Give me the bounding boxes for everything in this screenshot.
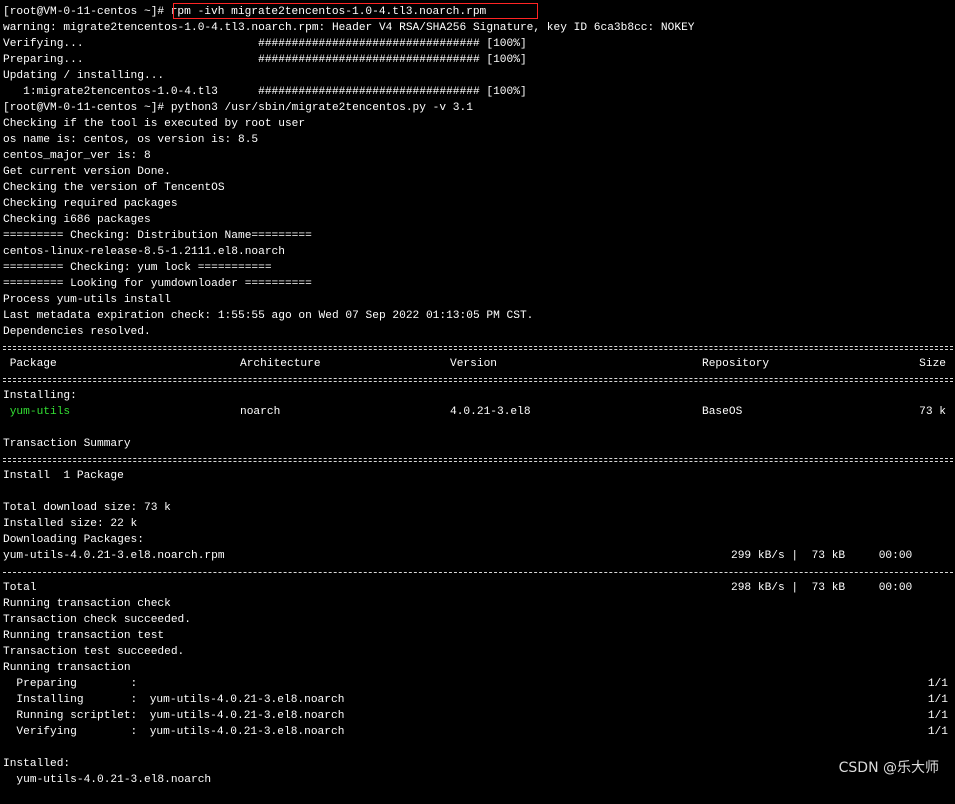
total-label: Total xyxy=(3,582,37,594)
terminal-line: Total download size: 73 k xyxy=(3,502,171,514)
terminal-line: Transaction Summary xyxy=(3,438,131,450)
terminal-line: Checking i686 packages xyxy=(3,214,151,226)
step-count: 1/1 xyxy=(927,678,948,690)
step-count: 1/1 xyxy=(927,710,948,722)
terminal-line: ========= Looking for yumdownloader ====… xyxy=(3,278,312,290)
terminal-line: Last metadata expiration check: 1:55:55 … xyxy=(3,310,534,322)
terminal-line: warning: migrate2tencentos-1.0-4.tl3.noa… xyxy=(3,22,695,34)
terminal-line: Installed size: 22 k xyxy=(3,518,138,530)
total-speed: 298 kB/s | 73 kB 00:00 xyxy=(731,582,913,594)
terminal-line: Dependencies resolved. xyxy=(3,326,151,338)
terminal-line: [root@VM-0-11-centos ~]# python3 /usr/sb… xyxy=(3,102,473,114)
terminal-line: ========= Checking: yum lock =========== xyxy=(3,262,272,274)
package-size: 73 k xyxy=(919,406,946,418)
transaction-step: Running scriptlet: yum-utils-4.0.21-3.el… xyxy=(3,708,953,724)
package-repo: BaseOS xyxy=(702,406,743,418)
transaction-step: Verifying : yum-utils-4.0.21-3.el8.noarc… xyxy=(3,724,953,740)
terminal-line: Running transaction test xyxy=(3,630,165,642)
transaction-step: Preparing : 1/1 xyxy=(3,676,953,692)
package-name: yum-utils xyxy=(3,406,71,418)
terminal-line: ========= Checking: Distribution Name===… xyxy=(3,230,312,242)
step-label: Preparing : xyxy=(3,678,138,690)
package-arch: noarch xyxy=(240,406,281,418)
step-label: Verifying : xyxy=(3,726,138,738)
terminal-line: 1:migrate2tencentos-1.0-4.tl3 ##########… xyxy=(3,86,527,98)
step-label: Installing : xyxy=(3,694,138,706)
step-count: 1/1 xyxy=(927,694,948,706)
download-row: yum-utils-4.0.21-3.el8.noarch.rpm 299 kB… xyxy=(3,548,953,564)
terminal-line: Preparing... ###########################… xyxy=(3,54,527,66)
step-count: 1/1 xyxy=(927,726,948,738)
terminal-line: Checking the version of TencentOS xyxy=(3,182,225,194)
terminal-line: Updating / installing... xyxy=(3,70,165,82)
step-label: Running scriptlet: xyxy=(3,710,138,722)
package-version: 4.0.21-3.el8 xyxy=(450,406,531,418)
header-architecture: Architecture xyxy=(240,358,321,370)
transaction-step: Installing : yum-utils-4.0.21-3.el8.noar… xyxy=(3,692,953,708)
step-package: yum-utils-4.0.21-3.el8.noarch xyxy=(143,710,345,722)
separator-rule xyxy=(3,452,953,468)
separator-rule xyxy=(3,340,953,356)
total-row: Total 298 kB/s | 73 kB 00:00 xyxy=(3,580,953,596)
terminal-line: Installed: xyxy=(3,758,71,770)
terminal-line: Running transaction check xyxy=(3,598,171,610)
separator-rule xyxy=(3,564,953,580)
package-table-header: Package Architecture Version Repository … xyxy=(3,356,953,372)
csdn-watermark: CSDN @乐大师 xyxy=(838,760,939,776)
package-row: yum-utils noarch 4.0.21-3.el8 BaseOS 73 … xyxy=(3,404,953,420)
terminal-line: Transaction test succeeded. xyxy=(3,646,185,658)
terminal-line: [root@VM-0-11-centos ~]# rpm -ivh migrat… xyxy=(3,3,953,20)
terminal-line: centos_major_ver is: 8 xyxy=(3,150,151,162)
download-speed: 299 kB/s | 73 kB 00:00 xyxy=(731,550,913,562)
command-highlight-box xyxy=(173,3,538,19)
terminal-line: Downloading Packages: xyxy=(3,534,144,546)
step-package: yum-utils-4.0.21-3.el8.noarch xyxy=(143,694,345,706)
terminal-line: Checking if the tool is executed by root… xyxy=(3,118,306,130)
terminal-line: Install 1 Package xyxy=(3,470,124,482)
header-size: Size xyxy=(919,358,946,370)
terminal-line: Get current version Done. xyxy=(3,166,171,178)
header-repository: Repository xyxy=(702,358,770,370)
header-version: Version xyxy=(450,358,497,370)
separator-rule xyxy=(3,372,953,388)
terminal-line: Installing: xyxy=(3,390,77,402)
step-package: yum-utils-4.0.21-3.el8.noarch xyxy=(143,726,345,738)
terminal-line: centos-linux-release-8.5-1.2111.el8.noar… xyxy=(3,246,285,258)
header-package: Package xyxy=(3,358,57,370)
terminal-line: Verifying... ###########################… xyxy=(3,38,527,50)
terminal-line: Transaction check succeeded. xyxy=(3,614,191,626)
terminal-line: os name is: centos, os version is: 8.5 xyxy=(3,134,259,146)
terminal-output[interactable]: [root@VM-0-11-centos ~]# rpm -ivh migrat… xyxy=(3,3,953,788)
shell-prompt: [root@VM-0-11-centos ~]# xyxy=(3,6,165,18)
terminal-line: Checking required packages xyxy=(3,198,178,210)
download-file: yum-utils-4.0.21-3.el8.noarch.rpm xyxy=(3,550,225,562)
terminal-line: Running transaction xyxy=(3,662,131,674)
terminal-line: Process yum-utils install xyxy=(3,294,171,306)
